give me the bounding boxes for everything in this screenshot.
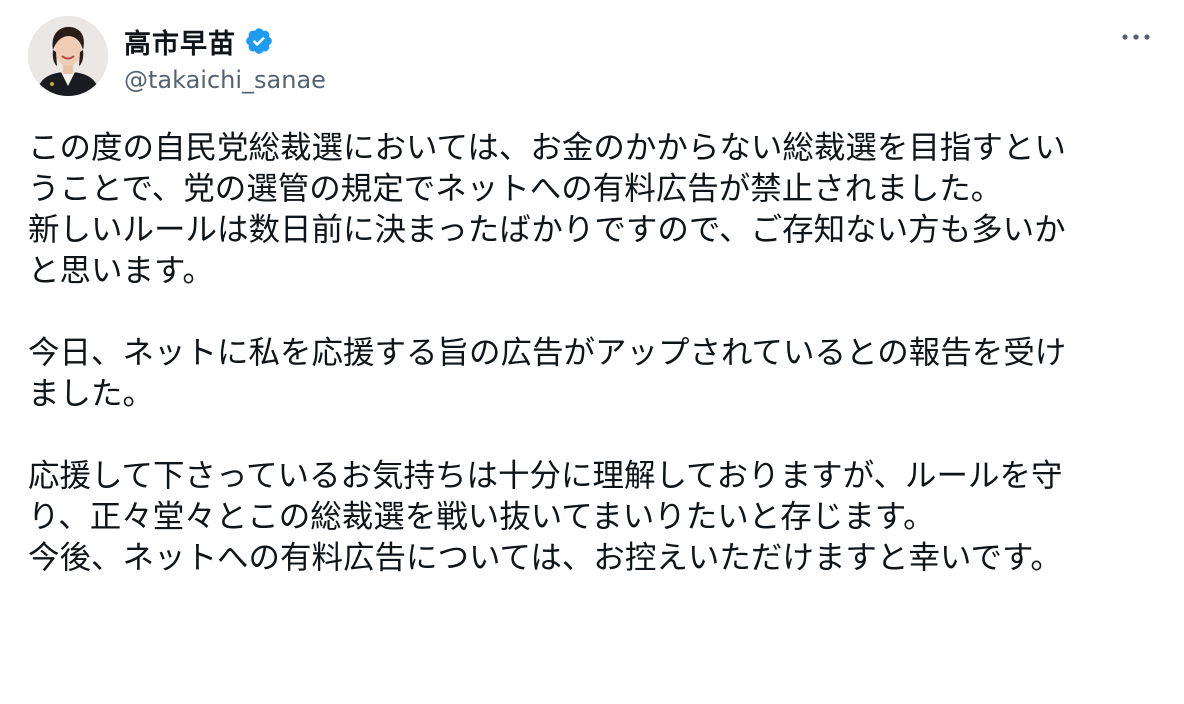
avatar[interactable] bbox=[28, 16, 108, 96]
tweet-text-blank-line bbox=[28, 415, 1158, 456]
user-handle[interactable]: @takaichi_sanae bbox=[124, 66, 326, 94]
more-options-button[interactable] bbox=[1116, 22, 1156, 52]
tweet-text-line: 新しいルールは数日前に決まったばかりですので、ご存知ない方も多いか bbox=[28, 212, 1066, 248]
tweet-text-line: ました。 bbox=[28, 376, 155, 412]
more-horizontal-icon bbox=[1122, 34, 1150, 40]
tweet-header: 高市早苗 @takaichi_sanae bbox=[28, 16, 1156, 100]
tweet-text-line: 応援して下さっているお気持ちは十分に理解しておりますが、ルールを守 bbox=[28, 458, 1063, 494]
tweet: 高市早苗 @takaichi_sanae この度の自民党総裁選においては、お金の… bbox=[0, 0, 1184, 704]
name-row: 高市早苗 bbox=[124, 22, 274, 61]
tweet-text-line: 今後、ネットへの有料広告については、お控えいただけますと幸いです。 bbox=[28, 540, 1062, 576]
verified-badge-icon[interactable] bbox=[244, 26, 274, 56]
tweet-text-line: と思います。 bbox=[28, 253, 214, 289]
tweet-text-blank-line bbox=[28, 292, 1158, 333]
tweet-text: この度の自民党総裁選においては、お金のかからない総裁選を目指すとい うことで、党… bbox=[28, 128, 1158, 579]
display-name[interactable]: 高市早苗 bbox=[124, 22, 236, 61]
avatar-image bbox=[28, 16, 108, 96]
tweet-text-line: この度の自民党総裁選においては、お金のかからない総裁選を目指すとい bbox=[28, 130, 1066, 166]
tweet-text-line: うことで、党の選管の規定でネットへの有料広告が禁止されました。 bbox=[28, 171, 1003, 207]
tweet-text-line: り、正々堂々とこの総裁選を戦い抜いてまいりたいと存じます。 bbox=[28, 499, 935, 535]
tweet-text-line: 今日、ネットに私を応援する旨の広告がアップされているとの報告を受け bbox=[28, 335, 1067, 371]
